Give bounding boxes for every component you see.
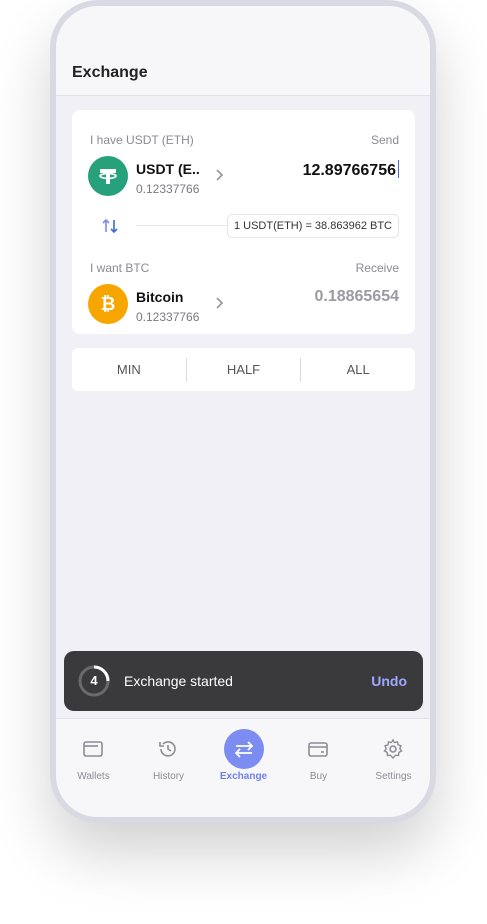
receive-to-label: I want BTC: [90, 261, 150, 275]
send-amount-input[interactable]: 12.89766756: [303, 160, 399, 180]
tab-label: Wallets: [77, 771, 110, 782]
divider: [136, 225, 236, 226]
tab-history[interactable]: History: [131, 719, 206, 799]
receive-label: Receive: [355, 261, 399, 275]
chevron-right-icon: [215, 294, 225, 315]
bottom-tab-bar: Wallets History Exchange Buy Settings: [56, 718, 430, 817]
receive-coin-balance: 0.12337766: [136, 310, 200, 324]
tab-label: Exchange: [219, 771, 268, 782]
card-icon: [308, 742, 328, 757]
exchange-icon: [234, 741, 254, 758]
phone-frame: Exchange I have USDT (ETH) Send USDT (E.…: [50, 0, 436, 823]
tab-label: Buy: [309, 771, 328, 782]
exchange-rate-badge: 1 USDT(ETH) = 38.863962 BTC: [226, 214, 399, 238]
tab-label: Settings: [375, 771, 412, 782]
app-header: Exchange: [56, 6, 430, 96]
send-amount-value: 12.89766756: [302, 162, 396, 179]
tab-buy[interactable]: Buy: [281, 719, 356, 799]
min-button[interactable]: MIN: [72, 362, 186, 377]
receive-amount: 0.18865654: [314, 288, 399, 305]
tether-icon: [88, 156, 128, 196]
history-icon: [159, 741, 176, 757]
tab-settings[interactable]: Settings: [356, 719, 430, 799]
send-label: Send: [370, 133, 399, 147]
send-coin-balance: 0.12337766: [136, 182, 200, 196]
undo-button[interactable]: Undo: [371, 673, 407, 689]
snackbar: 4 Exchange started Undo: [64, 651, 423, 711]
tab-wallets[interactable]: Wallets: [56, 719, 131, 799]
gear-icon: [383, 738, 403, 760]
text-cursor: [398, 160, 399, 178]
countdown-number: 4: [90, 673, 98, 688]
exchange-card: I have USDT (ETH) Send USDT (E.. 0.12337…: [72, 110, 415, 334]
send-from-label: I have USDT (ETH): [90, 133, 194, 147]
quick-amount-bar: MIN HALF ALL: [72, 348, 415, 391]
half-button[interactable]: HALF: [187, 362, 301, 377]
tab-exchange[interactable]: Exchange: [206, 719, 281, 799]
snackbar-message: Exchange started: [124, 673, 233, 689]
wallet-icon: [83, 741, 103, 757]
swap-direction-icon[interactable]: [98, 214, 122, 238]
tab-label: History: [152, 771, 185, 782]
all-button[interactable]: ALL: [301, 362, 415, 377]
chevron-right-icon: [215, 166, 225, 187]
send-coin-name: USDT (E..: [136, 161, 200, 177]
receive-coin-name: Bitcoin: [136, 289, 184, 305]
page-title: Exchange: [72, 64, 148, 81]
bitcoin-icon: ₿: [88, 284, 128, 324]
